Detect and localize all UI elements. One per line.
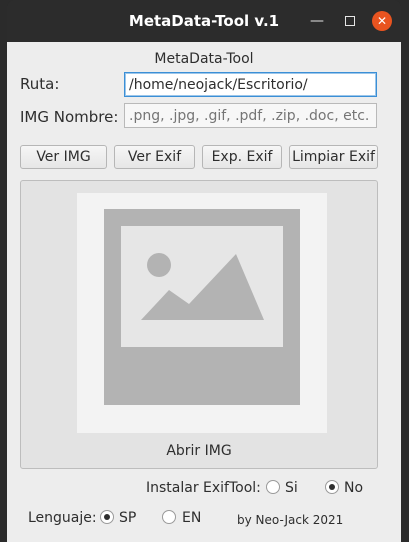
img-nombre-label: IMG Nombre: xyxy=(20,108,119,126)
image-placeholder-icon xyxy=(104,209,300,405)
instalar-no-label: No xyxy=(344,480,364,496)
limpiar-exif-button[interactable]: Limpiar Exif xyxy=(289,145,378,169)
app-window: MetaData-Tool v.1 — ✕ MetaData-Tool Ruta… xyxy=(7,0,401,542)
minimize-button[interactable]: — xyxy=(307,11,327,31)
img-nombre-input[interactable] xyxy=(124,103,377,128)
app-label: MetaData-Tool xyxy=(154,51,254,67)
maximize-button[interactable] xyxy=(340,11,360,31)
exp-exif-button[interactable]: Exp. Exif xyxy=(202,145,282,169)
instalar-no-radio[interactable] xyxy=(325,480,339,494)
ver-img-button[interactable]: Ver IMG xyxy=(20,145,107,169)
open-image-panel[interactable]: Abrir IMG xyxy=(20,180,378,469)
title-bar[interactable]: MetaData-Tool v.1 — ✕ xyxy=(7,0,401,42)
lenguaje-en-label: EN xyxy=(182,510,202,526)
close-button[interactable]: ✕ xyxy=(372,11,392,31)
credit-text: by Neo-Jack 2021 xyxy=(237,513,344,527)
ruta-input[interactable] xyxy=(124,72,377,97)
image-preview xyxy=(77,193,327,433)
ver-exif-button[interactable]: Ver Exif xyxy=(114,145,195,169)
instalar-si-label: Si xyxy=(285,480,298,496)
lenguaje-sp-label: SP xyxy=(119,510,137,526)
instalar-exiftool-label: Instalar ExifTool: xyxy=(146,480,261,496)
main-panel: MetaData-Tool Ruta: IMG Nombre: Ver IMG … xyxy=(7,42,401,542)
instalar-si-radio[interactable] xyxy=(266,480,280,494)
minimize-icon: — xyxy=(310,13,324,29)
open-image-caption: Abrir IMG xyxy=(166,443,232,459)
lenguaje-label: Lenguaje: xyxy=(28,510,97,526)
ruta-label: Ruta: xyxy=(20,75,60,93)
maximize-icon xyxy=(345,16,355,26)
close-icon: ✕ xyxy=(376,14,388,28)
lenguaje-sp-radio[interactable] xyxy=(100,510,114,524)
lenguaje-en-radio[interactable] xyxy=(162,510,176,524)
